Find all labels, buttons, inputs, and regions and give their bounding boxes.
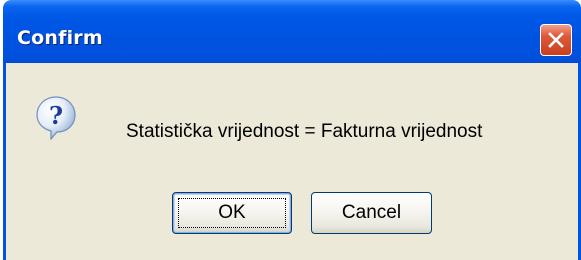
dialog-body (3, 63, 581, 260)
close-icon (548, 32, 564, 48)
question-icon: ? (36, 96, 76, 140)
cancel-button-label: Cancel (341, 202, 402, 223)
ok-button-label: OK (218, 202, 246, 223)
message-text: Statistička vrijednost = Fakturna vrijed… (126, 121, 483, 142)
svg-text:?: ? (49, 101, 63, 130)
cancel-button[interactable]: Cancel (311, 192, 432, 234)
ok-button[interactable]: OK (172, 192, 292, 234)
dialog-title: Confirm (17, 27, 103, 49)
confirm-dialog: Confirm ? Statistička vrijednost = Faktu… (3, 0, 581, 260)
close-button[interactable] (540, 24, 572, 56)
